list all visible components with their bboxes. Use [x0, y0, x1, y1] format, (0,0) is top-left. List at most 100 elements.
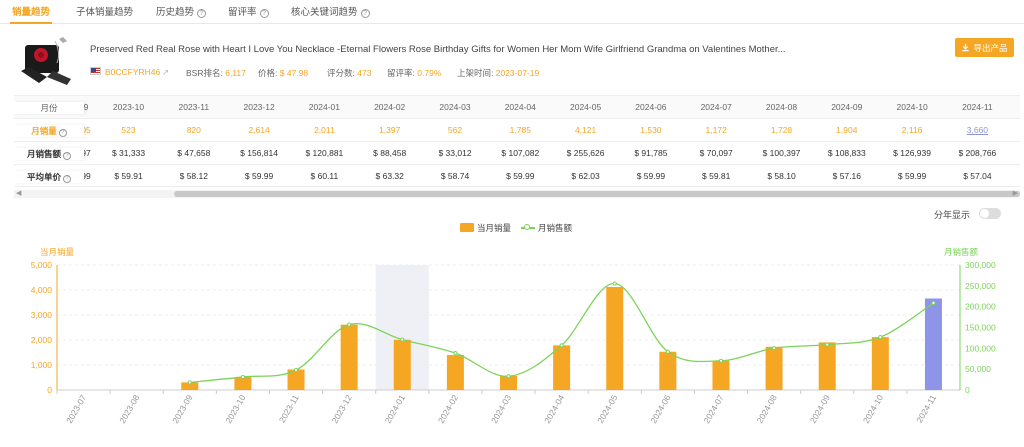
table-cell: 820 [186, 125, 201, 135]
horizontal-scrollbar[interactable]: ◀ ▶ [14, 190, 1020, 198]
table-header-cell: 2024-03 [439, 102, 471, 112]
help-icon[interactable]: ? [63, 152, 71, 160]
tab-history-trend[interactable]: 历史趋势? [156, 4, 207, 18]
table-cell: 1,785 [509, 125, 531, 135]
scroll-left-icon[interactable]: ◀ [16, 190, 21, 198]
y-left-tick-label: 1,000 [31, 360, 53, 370]
table-row-price: 99 $ 59.91 $ 58.12 $ 59.99 $ 60.11 $ 63.32 $ … [14, 165, 1020, 187]
tab-label: 子体销量趋势 [76, 7, 134, 18]
table-header-row: 9 2023-10 2023-11 2023-12 2024-01 2024-02 202… [14, 96, 1020, 119]
line-point [665, 349, 670, 354]
yearly-toggle-switch[interactable] [979, 208, 1001, 219]
table-cell: 2,614 [248, 125, 270, 135]
price-row-label-text: 平均单价 [26, 172, 61, 182]
help-icon[interactable]: ? [259, 9, 269, 18]
x-tick-label: 2024-03 [489, 393, 513, 425]
table-header-cell: 2024-08 [765, 102, 798, 112]
table-cell: $ 59.99 [244, 171, 274, 181]
table-header-cell: 2024-04 [504, 102, 536, 112]
x-tick-label: 2024-08 [755, 393, 779, 425]
table-header-cell: 2024-11 [962, 102, 993, 112]
table-cell: $ 208,766 [958, 148, 997, 158]
y-left-tick-label: 3,000 [31, 310, 53, 320]
x-tick-label: 2023-12 [330, 393, 354, 425]
review-rate: 留评率: 0.79% [387, 67, 441, 79]
line-point [293, 368, 299, 373]
product-title[interactable]: Preserved Red Real Rose with Heart I Lov… [90, 44, 786, 55]
listed-date: 上架时间: 2023-07-19 [457, 67, 539, 79]
table-cell: 2,011 [314, 125, 335, 135]
yearly-toggle-label: 分年显示 [934, 210, 971, 220]
price-row-label: 平均单价? [14, 171, 84, 183]
legend-line-swatch[interactable] [521, 224, 535, 230]
table-cell: $ 59.99 [636, 171, 666, 181]
table-cell: $ 120,881 [305, 148, 344, 158]
help-icon[interactable]: ? [63, 175, 71, 183]
legend-qty-label[interactable]: 当月销量 [477, 222, 511, 234]
tab-label: 留评率 [228, 7, 257, 18]
external-link-icon[interactable]: ↗ [162, 67, 169, 78]
y-right-tick-label: 250,000 [965, 281, 996, 291]
scrollbar-thumb[interactable] [174, 191, 1020, 197]
listed-label: 上架时间: [457, 68, 494, 78]
chart-bar [712, 360, 730, 390]
tab-variant-sales-trend[interactable]: 子体销量趋势 [76, 4, 133, 18]
table-cell: $ 108,833 [827, 148, 866, 158]
table-cell: 2,116 [901, 125, 923, 135]
tab-sales-trend[interactable]: 销量趋势 [12, 4, 50, 18]
y-right-tick-label: 0 [965, 385, 970, 395]
table-row-qty: 05 523 820 2,614 2,011 1,397 562 1,785 4,121 1,5… [14, 119, 1020, 142]
x-tick-label: 2024-01 [383, 393, 407, 425]
chart-bar [606, 286, 624, 390]
line-point [347, 322, 352, 327]
export-product-button[interactable]: 导出产品 [955, 38, 1014, 57]
help-icon[interactable]: ? [197, 9, 207, 18]
help-icon[interactable]: ? [360, 9, 370, 18]
sales-chart: 0 1,000 2,000 3,000 4,000 5,000 0 50,000 100,000… [31, 260, 996, 425]
tab-keyword-trend[interactable]: 核心关键词趋势? [291, 4, 370, 18]
x-tick-label: 2024-04 [542, 393, 566, 425]
x-tick-label: 2024-06 [648, 393, 672, 425]
table-cell: $ 126,939 [893, 148, 931, 158]
table-cell: $ 255,626 [566, 148, 605, 158]
line-point [453, 351, 458, 356]
table-cell: $ 156,814 [240, 148, 278, 158]
tab-bar: 销量趋势 子体销量趋势 历史趋势? 留评率? 核心关键词趋势? [0, 0, 1024, 24]
x-tick-label: 2023-10 [223, 393, 247, 425]
table-cell: 1,172 [705, 125, 727, 135]
amount-row-label: 月销售额? [14, 148, 84, 160]
legend-bar-swatch[interactable] [460, 223, 474, 232]
table-header-cell: 2024-09 [831, 102, 863, 112]
chart-bar [871, 337, 889, 390]
table-header-cell: 2024-07 [700, 102, 732, 112]
ratings-count: 评分数: 473 [327, 67, 371, 79]
product-thumbnail[interactable] [17, 33, 77, 87]
table-cell: $ 58.10 [767, 171, 796, 181]
table-cell: $ 59.99 [897, 171, 927, 181]
table-cell: $ 57.04 [963, 171, 992, 181]
table-cell: $ 33,012 [438, 148, 472, 158]
tab-review-rate[interactable]: 留评率? [228, 4, 269, 18]
y-left-tick-label: 4,000 [31, 285, 53, 295]
line-point [771, 346, 777, 351]
legend-amount-label[interactable]: 月销售额 [538, 222, 572, 234]
chart-bar [340, 324, 358, 390]
x-tick-label: 2023-09 [170, 393, 194, 425]
qty-row-label-text: 月销量 [31, 126, 57, 136]
asin-link[interactable]: B0CCFYRH46 [105, 67, 160, 77]
table-cell: 523 [121, 125, 136, 135]
bsr-rank: BSR排名: 6,117 [186, 67, 246, 79]
help-icon[interactable]: ? [58, 129, 67, 137]
tab-label: 销量趋势 [12, 7, 51, 18]
y-left-tick-label: 2,000 [31, 335, 53, 345]
download-icon [962, 43, 970, 52]
table-cell: $ 70,097 [699, 148, 733, 158]
chart-bar [446, 355, 464, 390]
table-cell[interactable]: 3,660 [945, 125, 1010, 135]
table-cell: $ 58.12 [179, 171, 208, 181]
table-cell: $ 59.91 [114, 171, 143, 181]
scroll-right-icon[interactable]: ▶ [1013, 190, 1018, 198]
line-point [240, 374, 246, 380]
table-cell: 562 [447, 125, 463, 135]
y-right-tick-label: 200,000 [965, 302, 996, 312]
